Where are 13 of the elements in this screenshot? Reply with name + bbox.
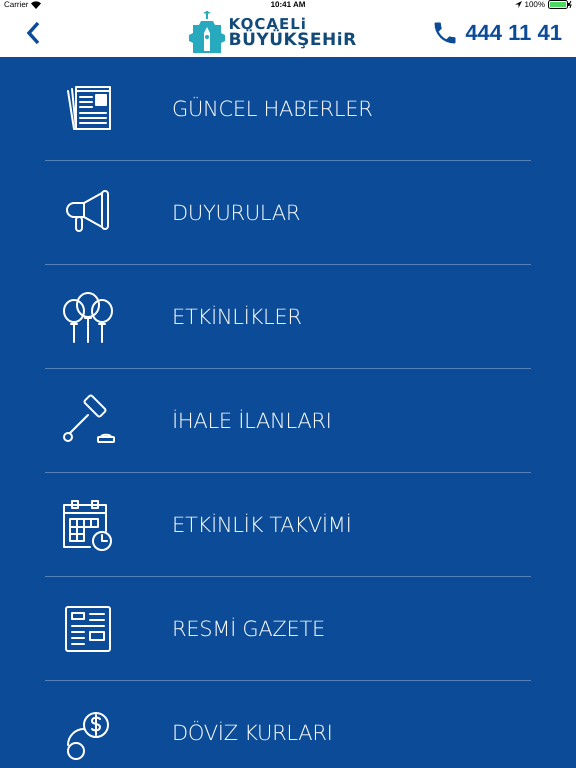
clock: 10:41 AM xyxy=(270,0,306,9)
phone-link[interactable]: 444 11 41 xyxy=(431,19,562,47)
menu-item[interactable]: RESMİ GAZETE xyxy=(45,577,531,681)
carrier-label: Carrier xyxy=(4,0,28,9)
battery-percentage: 100% xyxy=(524,0,545,9)
battery-icon xyxy=(548,0,572,9)
wifi-icon xyxy=(31,0,42,8)
menu-item[interactable]: İHALE İLANLARI xyxy=(45,369,531,473)
menu-item[interactable]: ETKİNLİKLER xyxy=(45,265,531,369)
menu-item[interactable]: DUYURULAR xyxy=(45,161,531,265)
menu-item[interactable]: ETKİNLİK TAKVİMİ xyxy=(45,473,531,577)
menu-item[interactable]: GÜNCEL HABERLER xyxy=(45,57,531,161)
menu-item[interactable]: DÖVİZ KURLARI xyxy=(45,681,531,768)
